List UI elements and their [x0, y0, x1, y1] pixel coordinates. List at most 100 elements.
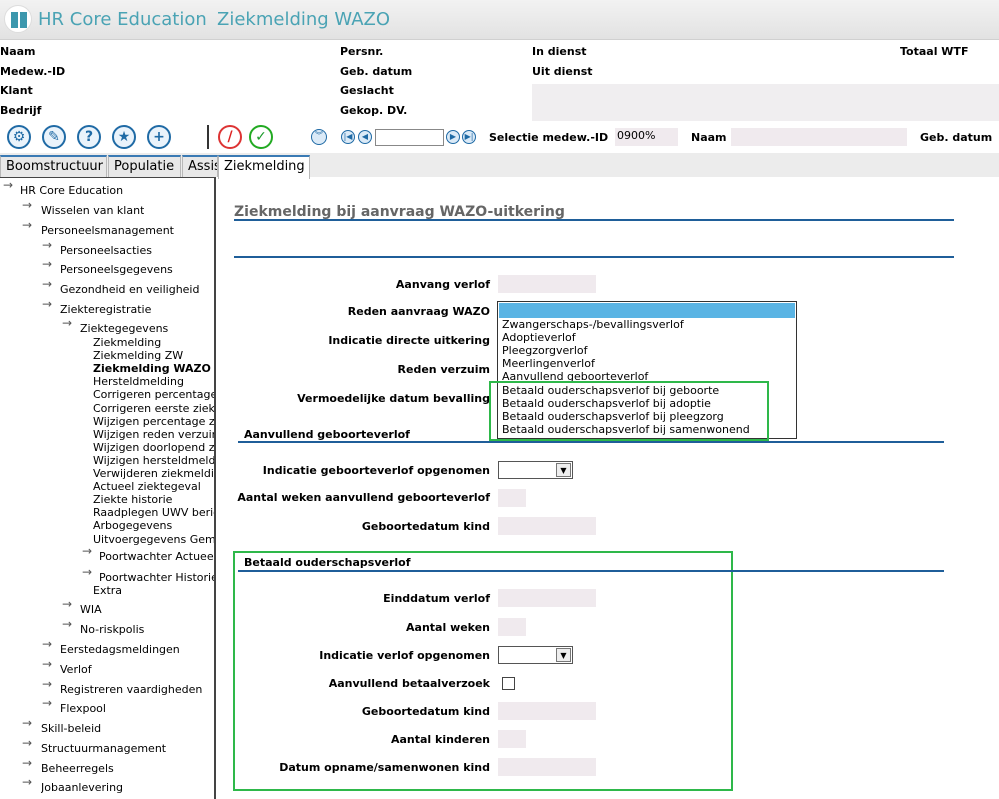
tree-arrow-icon[interactable]: → — [62, 597, 72, 611]
tree-item[interactable]: Actueel ziektegeval — [93, 480, 201, 493]
tree-item[interactable]: Wijzigen doorlopend zi — [93, 441, 214, 454]
gebdatum1-input[interactable] — [498, 517, 596, 535]
tree-arrow-icon[interactable]: → — [22, 218, 32, 232]
tree-item[interactable]: Wisselen van klant — [41, 204, 144, 217]
ind-geb-select[interactable]: ▼ — [498, 461, 573, 479]
tree-item[interactable]: Skill-beleid — [41, 722, 101, 735]
dropdown-option[interactable]: Meerlingenverlof — [502, 357, 595, 370]
tree-item[interactable]: Hersteldmelding — [93, 375, 184, 388]
tree-arrow-icon[interactable]: → — [42, 297, 52, 311]
datum-opname-input[interactable] — [498, 758, 596, 776]
tree-item[interactable]: Verwijderen ziekmeldin — [93, 467, 214, 480]
tree-arrow-icon[interactable]: → — [42, 696, 52, 710]
settings-gear-icon[interactable]: ⚙ — [7, 125, 31, 149]
naam-filter-input[interactable] — [731, 128, 907, 146]
record-input[interactable] — [375, 129, 444, 146]
tree-arrow-icon[interactable]: → — [42, 238, 52, 252]
ind-verlof-select[interactable]: ▼ — [498, 646, 573, 664]
tree-item[interactable]: Jobaanlevering — [41, 781, 123, 794]
tree-item[interactable]: Ziekmelding WAZO — [93, 362, 211, 375]
einddatum-input[interactable] — [498, 589, 596, 607]
tree-item[interactable]: Wijzigen percentage zi — [93, 415, 214, 428]
tree-arrow-icon[interactable]: → — [22, 756, 32, 770]
tree-item[interactable]: Wijzigen hersteldmeldi — [93, 454, 214, 467]
tree-item[interactable]: Corrigeren percentage — [93, 388, 214, 401]
gebdatum2-input[interactable] — [498, 702, 596, 720]
tree-arrow-icon[interactable]: → — [82, 565, 92, 579]
tree-item[interactable]: HR Core Education — [20, 184, 123, 197]
next-record-icon[interactable]: ▶ — [446, 130, 460, 144]
help-icon[interactable]: ? — [77, 125, 101, 149]
first-record-icon[interactable]: |◀ — [341, 130, 355, 144]
weken-geb-input[interactable] — [498, 489, 526, 507]
aantal-weken-label: Aantal weken — [406, 621, 490, 634]
tree-item[interactable]: Extra — [93, 584, 122, 597]
tree-arrow-icon[interactable]: → — [22, 775, 32, 789]
tree-item[interactable]: No-riskpolis — [80, 623, 144, 636]
tree-item[interactable]: Arbogegevens — [93, 519, 172, 532]
aantal-weken-input[interactable] — [498, 618, 526, 636]
tree-item[interactable]: Beheerregels — [41, 762, 114, 775]
edit-icon[interactable]: ✎ — [42, 125, 66, 149]
tree-item[interactable]: Raadplegen UWV beric — [93, 506, 214, 519]
reden-wazo-label: Reden aanvraag WAZO — [347, 305, 490, 318]
section-divider-2 — [238, 570, 944, 572]
tree-arrow-icon[interactable]: → — [42, 257, 52, 271]
tree-item[interactable]: Eerstedagsmeldingen — [60, 643, 180, 656]
tree-item[interactable]: Structuurmanagement — [41, 742, 166, 755]
tree-arrow-icon[interactable]: → — [42, 637, 52, 651]
tree-item[interactable]: Uitvoergegevens Gema — [93, 533, 214, 546]
annotation-highlight-section — [233, 551, 733, 791]
aanvang-input[interactable] — [498, 275, 596, 293]
tree-item[interactable]: Wijzigen reden verzuim — [93, 428, 214, 441]
expand-chevron-down-icon[interactable]: ︾ — [311, 129, 327, 145]
tree-item[interactable]: Ziekmelding ZW — [93, 349, 183, 362]
tree-arrow-icon[interactable]: → — [62, 316, 72, 330]
dropdown-option[interactable]: Adoptieverlof — [502, 331, 576, 344]
tree-arrow-icon[interactable]: → — [82, 544, 92, 558]
ind-geb-label: Indicatie geboorteverlof opgenomen — [262, 464, 490, 477]
tree-item[interactable]: Personeelsgegevens — [60, 263, 173, 276]
tab-populatie[interactable]: Populatie — [108, 155, 181, 177]
add-icon[interactable]: + — [147, 125, 171, 149]
aantal-kinderen-input[interactable] — [498, 730, 526, 748]
aanv-betaal-checkbox[interactable] — [502, 677, 515, 690]
confirm-check-icon[interactable]: ✓ — [249, 125, 273, 149]
tree-arrow-icon[interactable]: → — [22, 736, 32, 750]
geb-datum-filter-label: Geb. datum — [920, 131, 993, 144]
gebdatum1-label: Geboortedatum kind — [361, 520, 490, 533]
tree-arrow-icon[interactable]: → — [3, 178, 13, 192]
tree-arrow-icon[interactable]: → — [62, 617, 72, 631]
tree-item[interactable]: Ziekmelding — [93, 336, 161, 349]
tab-assis[interactable]: Assis — [182, 155, 218, 177]
tree-item[interactable]: Poortwachter Actueel — [99, 550, 214, 563]
selectie-input[interactable]: 0900% — [615, 128, 678, 146]
tree-arrow-icon[interactable]: → — [42, 657, 52, 671]
tree-item[interactable]: Registreren vaardigheden — [60, 683, 202, 696]
tab-boomstructuur[interactable]: Boomstructuur — [0, 155, 107, 177]
dropdown-option-empty[interactable] — [499, 303, 795, 318]
tree-arrow-icon[interactable]: → — [22, 198, 32, 212]
tree-item[interactable]: Flexpool — [60, 702, 106, 715]
cancel-icon[interactable]: / — [218, 125, 242, 149]
dropdown-option[interactable]: Zwangerschaps-/bevallingsverlof — [502, 318, 684, 331]
tree-item[interactable]: Ziekteregistratie — [60, 303, 151, 316]
tree-arrow-icon[interactable]: → — [42, 277, 52, 291]
tree-item[interactable]: Poortwachter Historie — [99, 571, 214, 584]
tree-item[interactable]: Verlof — [60, 663, 92, 676]
tree-item[interactable]: Ziekte historie — [93, 493, 172, 506]
tab-ziekmelding[interactable]: Ziekmelding — [218, 155, 310, 179]
tree-arrow-icon[interactable]: → — [42, 677, 52, 691]
tree-item[interactable]: Gezondheid en veiligheid — [60, 283, 199, 296]
last-record-icon[interactable]: ▶| — [462, 130, 476, 144]
tree-item[interactable]: Personeelsmanagement — [41, 224, 174, 237]
favorite-star-icon[interactable]: ★ — [112, 125, 136, 149]
tree-arrow-icon[interactable]: → — [22, 716, 32, 730]
tree-item[interactable]: WIA — [80, 603, 102, 616]
tree-item[interactable]: Ziektegegevens — [80, 322, 168, 335]
prev-record-icon[interactable]: ◀ — [358, 130, 372, 144]
tree-item[interactable]: Corrigeren eerste ziekt — [93, 402, 214, 415]
tree-item[interactable]: Personeelsacties — [60, 244, 152, 257]
title-bar: HR Core Education Ziekmelding WAZO — [0, 0, 999, 40]
dropdown-option[interactable]: Pleegzorgverlof — [502, 344, 587, 357]
